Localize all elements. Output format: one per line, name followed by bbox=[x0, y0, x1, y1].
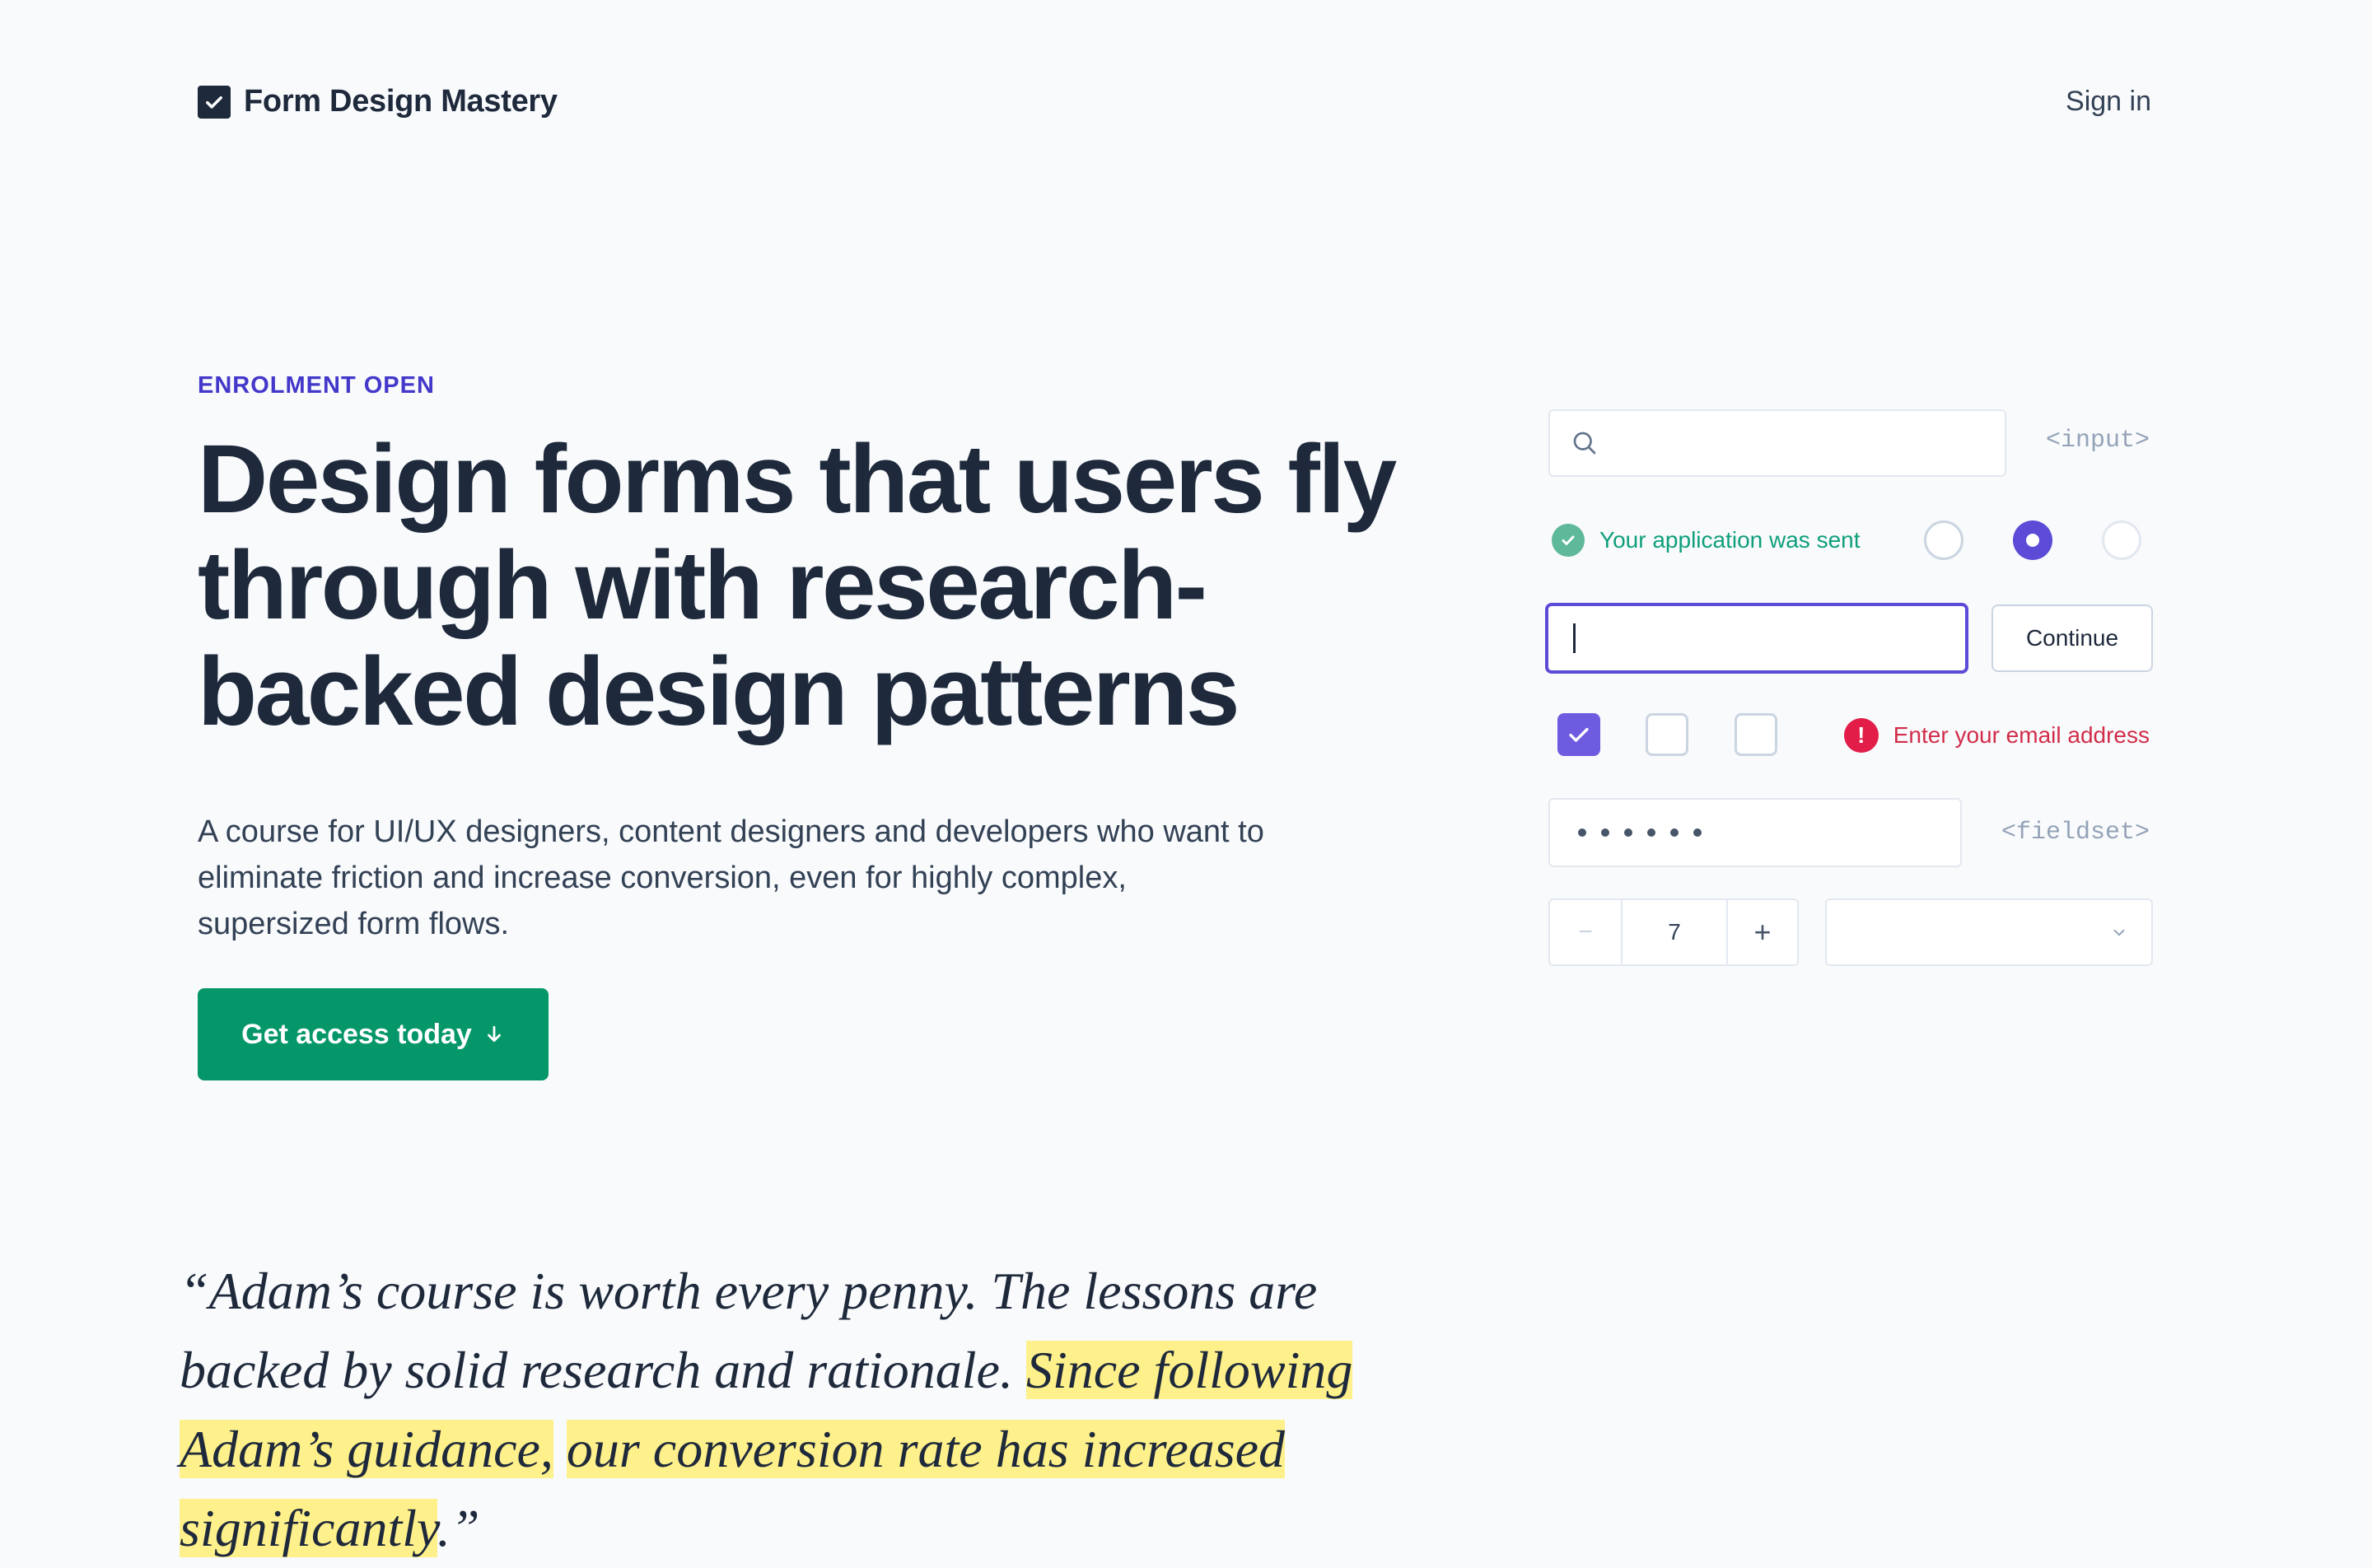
brand-logo[interactable]: Form Design Mastery bbox=[198, 84, 558, 119]
password-mask-dot bbox=[1624, 828, 1632, 837]
checkbox-1[interactable] bbox=[1557, 713, 1600, 756]
password-mask-dot bbox=[1693, 828, 1702, 837]
checkbox-3[interactable] bbox=[1735, 713, 1777, 756]
brand-name: Form Design Mastery bbox=[244, 84, 558, 119]
search-input[interactable] bbox=[1548, 409, 2006, 477]
error-text: Enter your email address bbox=[1893, 722, 2150, 748]
get-access-button[interactable]: Get access today bbox=[198, 988, 549, 1080]
testimonial-quote: “Adam’s course is worth every penny. The… bbox=[180, 1252, 1464, 1568]
increment-button[interactable]: + bbox=[1728, 900, 1797, 964]
stepper-value[interactable]: 7 bbox=[1623, 900, 1728, 964]
input-tag-label: <input> bbox=[2045, 427, 2150, 455]
continue-button[interactable]: Continue bbox=[1991, 604, 2153, 672]
enrolment-badge: ENROLMENT OPEN bbox=[198, 372, 435, 399]
checkbox-2[interactable] bbox=[1646, 713, 1688, 756]
focused-text-input[interactable] bbox=[1545, 603, 1968, 674]
check-icon bbox=[1569, 727, 1589, 742]
page-headline: Design forms that users fly through with… bbox=[198, 425, 1397, 746]
radio-option-2[interactable] bbox=[2013, 520, 2052, 560]
quantity-stepper[interactable]: − 7 + bbox=[1548, 898, 1799, 966]
error-message: ! Enter your email address bbox=[1843, 718, 2150, 753]
password-mask-dot bbox=[1670, 828, 1679, 837]
arrow-down-icon bbox=[487, 1025, 501, 1042]
fieldset-tag-label: <fieldset> bbox=[2001, 819, 2150, 847]
text-cursor bbox=[1573, 623, 1576, 653]
check-circle-icon bbox=[1552, 524, 1585, 557]
exclamation-circle-icon: ! bbox=[1843, 718, 1879, 753]
quote-close-mark: .” bbox=[437, 1499, 480, 1557]
hero-description: A course for UI/UX designers, content de… bbox=[198, 814, 1264, 941]
checkbox-logo-icon bbox=[198, 85, 231, 119]
radio-option-3[interactable] bbox=[2102, 520, 2141, 560]
chevron-down-icon bbox=[2113, 929, 2125, 936]
select-dropdown[interactable] bbox=[1825, 898, 2153, 966]
password-mask-dot bbox=[1601, 828, 1609, 837]
radio-option-1[interactable] bbox=[1924, 520, 1963, 560]
quote-open-mark: “ bbox=[180, 1262, 209, 1320]
sign-in-link[interactable]: Sign in bbox=[2066, 86, 2151, 118]
success-message: Your application was sent bbox=[1552, 524, 1861, 557]
search-icon bbox=[1573, 432, 1596, 455]
password-input[interactable] bbox=[1548, 798, 1962, 867]
quote-space bbox=[553, 1420, 567, 1478]
password-mask-dot bbox=[1578, 828, 1586, 837]
password-mask-dot bbox=[1647, 828, 1655, 837]
get-access-label: Get access today bbox=[241, 1018, 472, 1050]
success-text: Your application was sent bbox=[1599, 527, 1861, 553]
decrement-button[interactable]: − bbox=[1550, 900, 1623, 964]
